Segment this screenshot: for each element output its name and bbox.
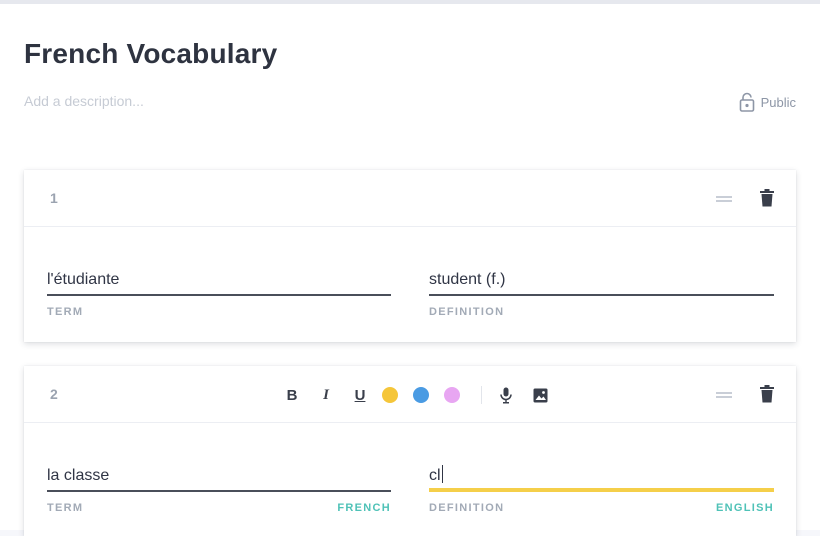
card-header: 2 B I U <box>24 366 796 423</box>
card-header: 1 <box>24 170 796 227</box>
term-language-button[interactable]: FRENCH <box>337 502 391 514</box>
term-field[interactable]: l'étudiante TERM <box>47 268 391 318</box>
lock-open-icon <box>739 92 754 112</box>
italic-button[interactable]: I <box>314 384 338 406</box>
term-input[interactable]: la classe <box>47 464 391 492</box>
description-input[interactable] <box>24 93 524 109</box>
highlight-blue-button[interactable] <box>413 387 429 403</box>
image-icon[interactable] <box>528 384 552 406</box>
card-number: 1 <box>50 190 58 206</box>
term-field[interactable]: la classe TERM FRENCH <box>47 464 391 514</box>
underline-button[interactable]: U <box>348 384 372 406</box>
highlight-pink-button[interactable] <box>444 387 460 403</box>
text-caret <box>441 465 443 483</box>
definition-label: DEFINITION <box>429 306 505 318</box>
trash-icon[interactable] <box>760 189 774 207</box>
trash-icon[interactable] <box>760 385 774 403</box>
set-title[interactable]: French Vocabulary <box>24 38 277 70</box>
definition-input[interactable]: student (f.) <box>429 268 774 296</box>
definition-text: cl <box>429 467 441 484</box>
toolbar-divider <box>481 386 482 404</box>
definition-label: DEFINITION <box>429 502 505 514</box>
definition-input-focused[interactable]: cl <box>429 464 774 492</box>
highlight-yellow-button[interactable] <box>382 387 398 403</box>
formatting-toolbar: B I U <box>280 384 562 406</box>
drag-handle-icon[interactable] <box>716 392 732 398</box>
definition-language-button[interactable]: ENGLISH <box>716 502 774 514</box>
term-input[interactable]: l'étudiante <box>47 268 391 296</box>
definition-field[interactable]: cl DEFINITION ENGLISH <box>429 464 774 514</box>
term-label: TERM <box>47 306 84 318</box>
visibility-toggle[interactable]: Public <box>739 92 796 112</box>
visibility-label: Public <box>760 94 796 110</box>
drag-handle-icon[interactable] <box>716 196 732 202</box>
definition-field[interactable]: student (f.) DEFINITION <box>429 268 774 318</box>
microphone-icon[interactable] <box>494 384 518 406</box>
term-label: TERM <box>47 502 84 514</box>
card-number: 2 <box>50 386 58 402</box>
term-card: 1 l'étudiante TERM student (f.) DEFINITI… <box>24 170 796 342</box>
bold-button[interactable]: B <box>280 384 304 406</box>
term-card: 2 B I U la classe TERM FRENCH cl DEFINIT… <box>24 366 796 536</box>
